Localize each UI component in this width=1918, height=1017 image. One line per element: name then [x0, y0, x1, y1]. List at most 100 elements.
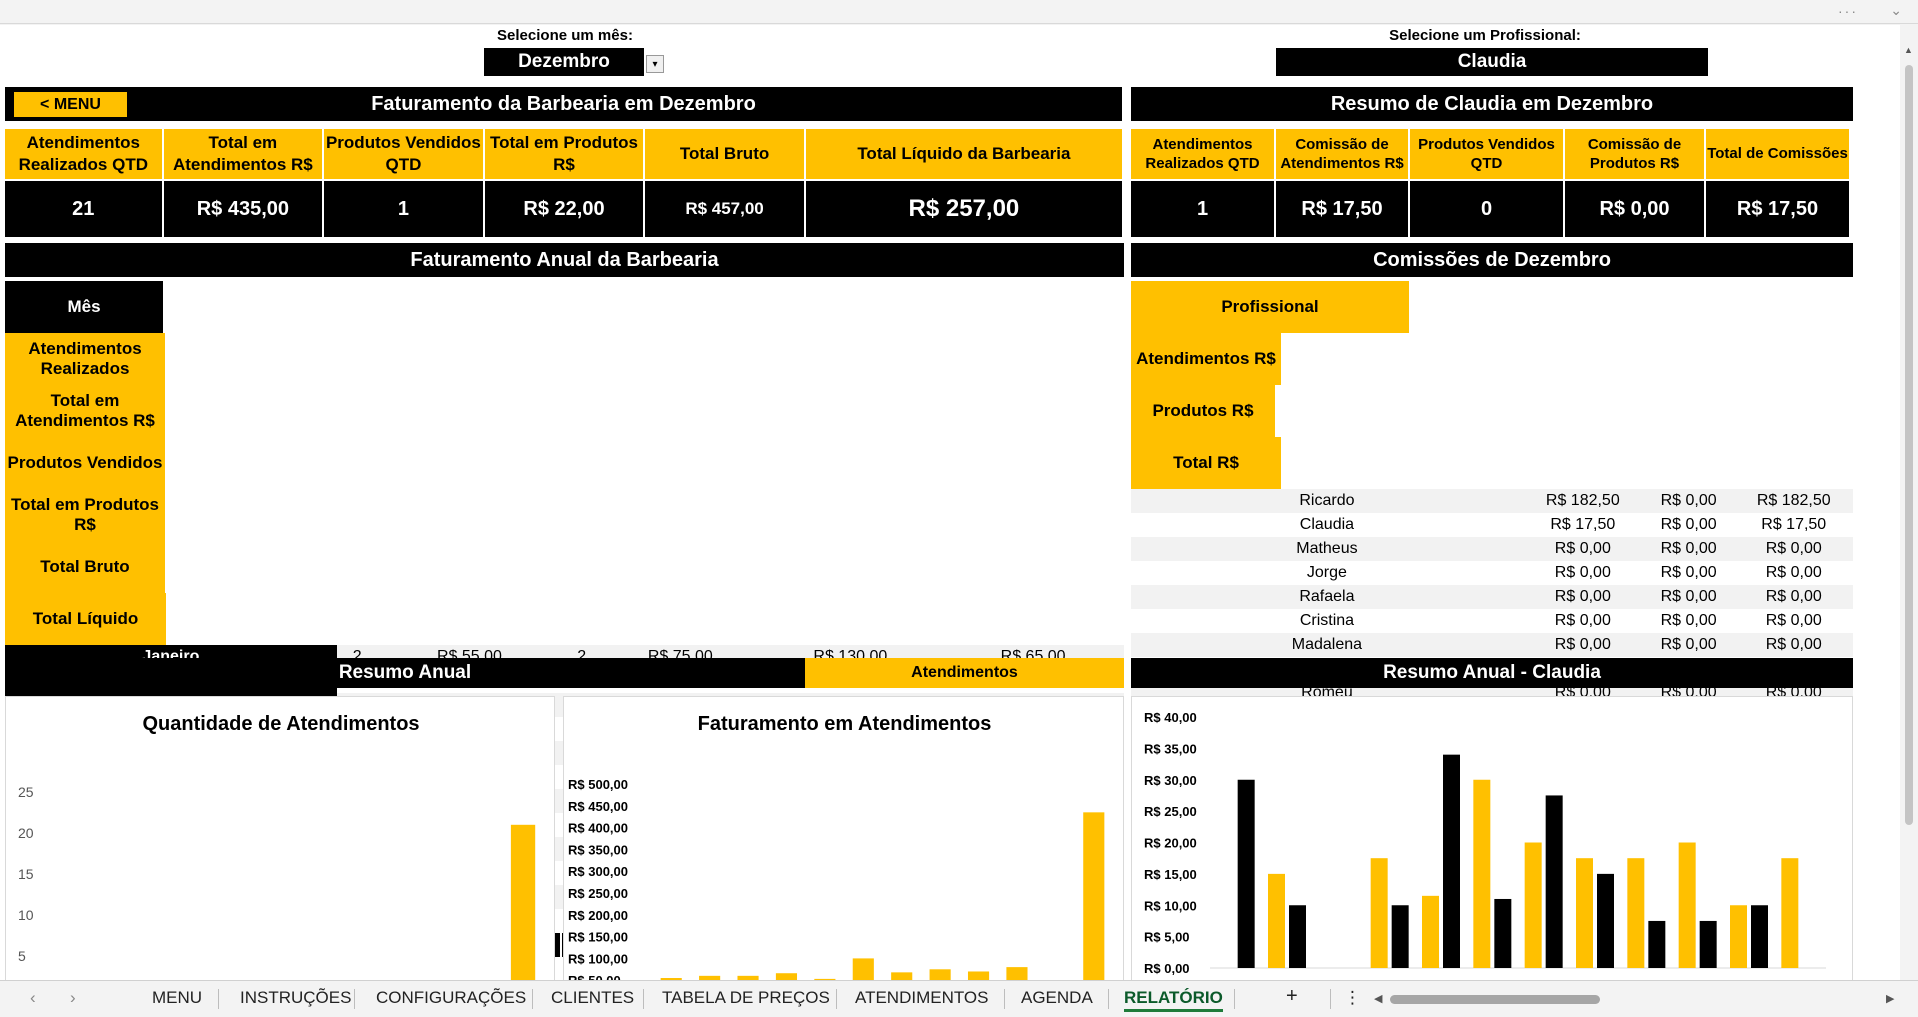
chart-bar[interactable] [1781, 858, 1799, 968]
table-cell: R$ 17,50 [1734, 513, 1853, 537]
chart-bar[interactable] [1268, 873, 1285, 968]
menu-button[interactable]: < MENU [14, 92, 127, 117]
tab-configuracoes[interactable]: CONFIGURAÇÕES [376, 988, 526, 1008]
more-options-icon[interactable]: ··· [1838, 3, 1858, 19]
scroll-up-icon[interactable]: ▲ [1904, 45, 1913, 55]
table-row: Jorge R$ 0,00 R$ 0,00 R$ 0,00 [1131, 561, 1853, 585]
vertical-scroll-thumb[interactable] [1905, 65, 1913, 825]
chart-bar[interactable] [1730, 905, 1747, 968]
faturamento-header-cell: Produtos Vendidos QTD [324, 129, 483, 179]
resumo-headers: Atendimentos Realizados QTD Comissão de A… [1131, 129, 1853, 179]
window-title-bar: ··· ⌄ [0, 0, 1918, 24]
faturamento-header-cell: Total em Atendimentos R$ [163, 129, 323, 179]
chart-bar[interactable] [1494, 898, 1512, 968]
table-cell: R$ 0,00 [1642, 489, 1735, 513]
chart-bar[interactable] [929, 969, 951, 980]
y-tick-label: R$ 10,00 [1144, 898, 1197, 913]
resumo-header-cell: Produtos Vendidos QTD [1410, 129, 1563, 179]
header-total-produtos: Total em Produtos R$ [5, 489, 165, 541]
chart-bar[interactable] [1627, 858, 1645, 968]
y-tick-label: R$ 150,00 [568, 930, 628, 945]
chart-bar[interactable] [1006, 967, 1028, 980]
y-tick-label: R$ 400,00 [568, 821, 628, 836]
chart-bar[interactable] [1370, 858, 1388, 968]
tab-agenda[interactable]: AGENDA [1021, 988, 1093, 1008]
chart-bar[interactable] [1473, 779, 1491, 968]
chart-bar[interactable] [1699, 920, 1717, 968]
y-tick-label: R$ 200,00 [568, 908, 628, 923]
month-selector[interactable]: Dezembro [484, 48, 644, 76]
chart-bar[interactable] [1751, 905, 1768, 968]
chart-bar[interactable] [1289, 905, 1306, 968]
y-tick-label: R$ 35,00 [1144, 741, 1197, 756]
professional-name: Ricardo [1131, 489, 1523, 513]
resumo-anual-title: Resumo Anual [5, 658, 805, 688]
faturamento-headers: Atendimentos Realizados QTD Total em Aten… [5, 129, 1122, 179]
horizontal-scroll-thumb[interactable] [1390, 995, 1600, 1004]
chart-resumo-anual-claudia[interactable]: R$ 0,00 R$ 5,00 R$ 10,00 R$ 15,00 R$ 20,00 R$… [1131, 696, 1853, 980]
y-tick-label: R$ 25,00 [1144, 804, 1197, 819]
header-comissao-total: Total R$ [1131, 437, 1281, 489]
resumo-anual-selector[interactable]: Atendimentos [805, 658, 1124, 688]
tab-scroll-right-icon[interactable]: › [70, 988, 76, 1008]
chart-bar[interactable] [1391, 905, 1409, 968]
header-total-atendimentos: Total em Atendimentos R$ [5, 385, 165, 437]
table-cell: R$ 0,00 [1522, 537, 1643, 561]
tab-clientes[interactable]: CLIENTES [551, 988, 634, 1008]
vertical-scrollbar[interactable]: ▲ [1900, 25, 1918, 980]
header-total-liquido: Total Líquido [5, 593, 166, 645]
tab-relatorio[interactable]: RELATÓRIO [1124, 988, 1223, 1012]
table-cell: R$ 0,00 [1734, 609, 1853, 633]
chart-bar[interactable] [1545, 795, 1563, 968]
tab-atendimentos[interactable]: ATENDIMENTOS [855, 988, 989, 1008]
chart-bar[interactable] [1443, 754, 1460, 968]
table-row: Cristina R$ 0,00 R$ 0,00 R$ 0,00 [1131, 609, 1853, 633]
table-cell: R$ 0,00 [1642, 633, 1735, 657]
chart-bar[interactable] [967, 971, 990, 980]
chart-bar[interactable] [891, 972, 913, 980]
chart-bar[interactable] [852, 958, 874, 980]
y-tick-label: R$ 500,00 [568, 777, 628, 792]
table-cell: R$ 0,00 [1642, 561, 1735, 585]
y-tick-label: 15 [18, 866, 34, 882]
y-tick-label: R$ 40,00 [1144, 710, 1197, 725]
chart-bar[interactable] [1524, 842, 1542, 969]
hscroll-left-icon[interactable]: ◀ [1374, 992, 1382, 1005]
table-row: Ricardo R$ 182,50 R$ 0,00 R$ 182,50 [1131, 489, 1853, 513]
chart-bar[interactable] [1576, 858, 1593, 968]
header-comissao-atendimentos: Atendimentos R$ [1131, 333, 1281, 385]
tab-instrucoes[interactable]: INSTRUÇÕES [240, 988, 351, 1008]
chart-bar[interactable] [1422, 895, 1439, 968]
tab-menu[interactable]: MENU [152, 988, 202, 1008]
faturamento-title: Faturamento da Barbearia em Dezembro [5, 87, 1122, 121]
hscroll-right-icon[interactable]: ▶ [1886, 992, 1894, 1005]
table-cell: R$ 0,00 [1522, 609, 1643, 633]
y-tick-label: R$ 0,00 [1144, 961, 1190, 976]
tab-scroll-left-icon[interactable]: ‹ [30, 988, 36, 1008]
tab-tabela-de-precos[interactable]: TABELA DE PREÇOS [662, 988, 830, 1008]
chart-bar[interactable] [510, 824, 536, 980]
table-cell: R$ 0,00 [1642, 585, 1735, 609]
dropdown-arrow-icon[interactable]: ▾ [646, 55, 664, 73]
faturamento-value-cell: R$ 22,00 [484, 181, 644, 237]
chart-bar[interactable] [1597, 873, 1614, 968]
chart-bar[interactable] [1237, 779, 1255, 968]
chart-quantidade-atendimentos[interactable]: Quantidade de Atendimentos0510152025 [5, 696, 555, 980]
professional-selector[interactable]: Claudia [1276, 48, 1708, 76]
resumo-anual-claudia-title: Resumo Anual - Claudia [1131, 658, 1853, 688]
y-tick-label: R$ 20,00 [1144, 836, 1197, 851]
chart-bar[interactable] [1678, 842, 1696, 969]
header-atendimentos: Atendimentos Realizados [5, 333, 165, 385]
resumo-value-cell: R$ 0,00 [1565, 181, 1704, 237]
more-sheets-icon[interactable]: ⋮ [1344, 988, 1361, 1008]
table-cell: R$ 0,00 [1522, 633, 1643, 657]
chart-bar[interactable] [775, 973, 798, 980]
chart-faturamento-atendimentos[interactable]: Faturamento em AtendimentosR$ 0,00R$ 50,… [563, 696, 1124, 980]
y-tick-label: R$ 250,00 [568, 886, 628, 901]
table-cell: R$ 0,00 [1642, 537, 1735, 561]
chart-bar[interactable] [1083, 812, 1105, 980]
add-sheet-icon[interactable]: + [1286, 985, 1298, 1008]
header-comissao-produtos: Produtos R$ [1131, 385, 1275, 437]
chart-bar[interactable] [1648, 920, 1666, 968]
chevron-down-icon[interactable]: ⌄ [1890, 2, 1902, 19]
